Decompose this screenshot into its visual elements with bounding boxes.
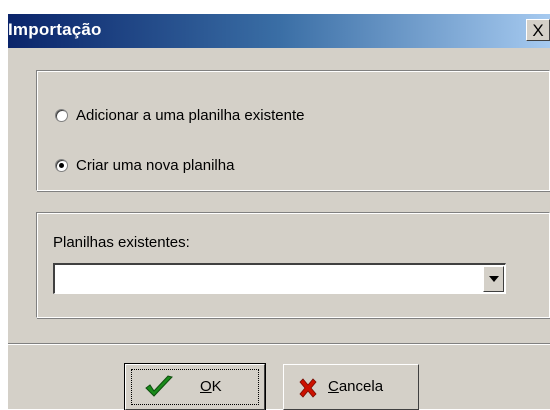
dropdown-button[interactable] <box>483 266 504 292</box>
radio-create-new[interactable]: Criar uma nova planilha <box>55 157 234 174</box>
close-button[interactable]: X <box>526 19 550 41</box>
ok-button[interactable]: OK <box>124 363 266 410</box>
radio-create-new-label[interactable]: Criar uma nova planilha <box>76 157 234 174</box>
x-icon <box>299 378 317 398</box>
import-dialog: Importação X Adicionar a uma planilha ex… <box>8 14 550 410</box>
radio-add-existing-label[interactable]: Adicionar a uma planilha existente <box>76 107 304 124</box>
title-bar[interactable]: Importação X <box>8 14 550 48</box>
radio-add-existing-circle[interactable] <box>55 109 68 122</box>
radio-add-existing[interactable]: Adicionar a uma planilha existente <box>55 107 304 124</box>
import-mode-group: Adicionar a uma planilha existente Criar… <box>36 70 550 191</box>
radio-create-new-circle[interactable] <box>55 159 68 172</box>
cancel-button[interactable]: Cancela <box>283 364 419 410</box>
existing-sheets-group: Planilhas existentes: <box>36 212 550 318</box>
existing-sheets-label: Planilhas existentes: <box>53 234 190 251</box>
ok-label: OK <box>200 378 222 395</box>
chevron-down-icon <box>488 276 499 282</box>
dialog-title: Importação <box>8 20 102 39</box>
existing-sheets-combobox[interactable] <box>53 263 506 294</box>
cancel-label: Cancela <box>328 378 384 395</box>
radio-selected-dot <box>59 163 64 168</box>
checkmark-icon <box>145 375 173 397</box>
separator-line <box>8 343 550 345</box>
close-icon: X <box>532 20 544 40</box>
